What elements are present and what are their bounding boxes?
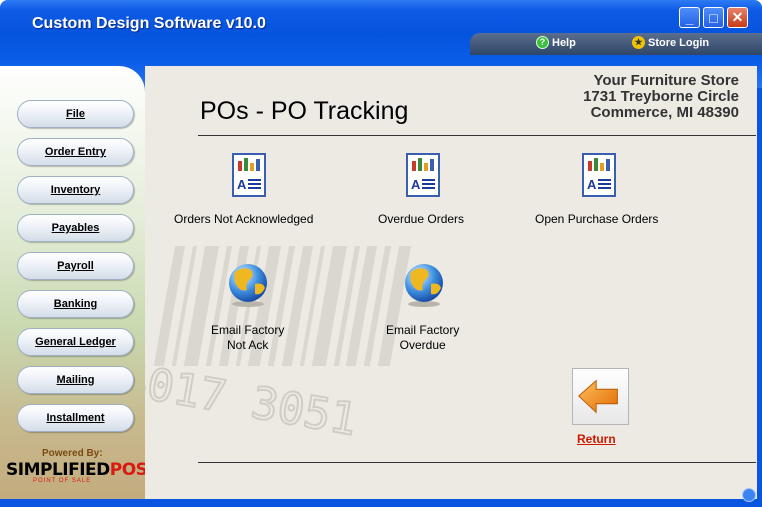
store-address: Your Furniture Store 1731 Treyborne Circ… xyxy=(583,73,739,121)
nav-payroll[interactable]: Payroll xyxy=(17,252,134,280)
app-window: Custom Design Software v10.0 _ □ ✕ ? Hel… xyxy=(0,0,762,507)
toolbar-strip: ? Help ★ Store Login xyxy=(470,33,762,55)
minimize-button[interactable]: _ xyxy=(679,7,700,28)
store-login-label: Store Login xyxy=(648,36,710,49)
sidebar: File Order Entry Inventory Payables Payr… xyxy=(0,66,145,502)
store-street: 1731 Treyborne Circle xyxy=(583,88,739,105)
svg-text:A: A xyxy=(587,177,597,192)
report-icon[interactable]: A xyxy=(232,153,266,197)
nav-order-entry[interactable]: Order Entry xyxy=(17,138,134,166)
return-label[interactable]: Return xyxy=(577,432,616,446)
svg-text:A: A xyxy=(411,177,421,192)
back-arrow-icon xyxy=(578,379,618,414)
bottom-divider xyxy=(198,462,756,463)
barcode-number: 4017 3051 xyxy=(145,354,361,446)
nav-file[interactable]: File xyxy=(17,100,134,128)
store-login-link[interactable]: ★ Store Login xyxy=(632,36,709,49)
nav-payables[interactable]: Payables xyxy=(17,214,134,242)
nav-inventory[interactable]: Inventory xyxy=(17,176,134,204)
email-factory-not-ack-link[interactable]: Email Factory Not Ack xyxy=(211,323,284,353)
store-city: Commerce, MI 48390 xyxy=(590,104,739,121)
login-icon: ★ xyxy=(632,36,645,49)
globe-email-icon[interactable] xyxy=(401,262,447,308)
maximize-icon: □ xyxy=(709,9,718,26)
store-name: Your Furniture Store xyxy=(593,72,739,89)
email-factory-overdue-link[interactable]: Email Factory Overdue xyxy=(386,323,459,353)
nav-general-ledger[interactable]: General Ledger xyxy=(17,328,134,356)
logo-subtitle: POINT OF SALE xyxy=(33,478,92,484)
email-overdue-line1: Email Factory xyxy=(386,323,460,337)
email-not-ack-line1: Email Factory xyxy=(211,323,285,337)
close-button[interactable]: ✕ xyxy=(727,7,748,28)
close-icon: ✕ xyxy=(731,9,744,25)
help-link[interactable]: ? Help xyxy=(536,36,576,49)
simplified-pos-logo: SIMPLIFIEDPOS xyxy=(6,460,148,480)
report-icon[interactable]: A xyxy=(582,153,616,197)
powered-by-label: Powered By: xyxy=(42,448,103,459)
open-purchase-orders-link[interactable]: Open Purchase Orders xyxy=(535,212,658,226)
svg-text:A: A xyxy=(237,177,247,192)
nav-banking[interactable]: Banking xyxy=(17,290,134,318)
return-button[interactable] xyxy=(572,368,629,425)
title-divider xyxy=(198,135,756,136)
page-title: POs - PO Tracking xyxy=(200,97,409,125)
nav-mailing[interactable]: Mailing xyxy=(17,366,134,394)
nav-installment[interactable]: Installment xyxy=(17,404,134,432)
globe-email-icon[interactable] xyxy=(225,262,271,308)
help-icon: ? xyxy=(536,36,549,49)
email-overdue-line2: Overdue xyxy=(399,338,446,352)
help-label: Help xyxy=(552,36,576,49)
orders-not-acknowledged-link[interactable]: Orders Not Acknowledged xyxy=(174,212,313,226)
overdue-orders-link[interactable]: Overdue Orders xyxy=(378,212,464,226)
window-title: Custom Design Software v10.0 xyxy=(32,15,266,32)
main-panel: 4017 3051 Your Furniture Store 1731 Trey… xyxy=(145,66,757,499)
email-not-ack-line2: Not Ack xyxy=(227,338,269,352)
logo-text-black: SIMPLIFIED xyxy=(6,460,110,480)
window-bottom-border xyxy=(0,499,762,507)
report-icon[interactable]: A xyxy=(406,153,440,197)
logo-text-red: POS xyxy=(109,460,148,480)
minimize-icon: _ xyxy=(685,9,694,26)
maximize-button[interactable]: □ xyxy=(703,7,724,28)
resize-grip[interactable] xyxy=(742,488,756,502)
